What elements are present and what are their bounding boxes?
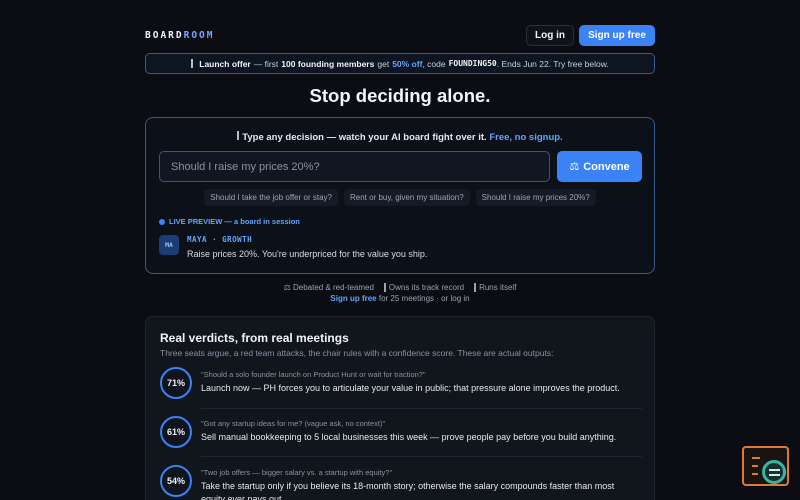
launch-offer-banner: Launch offer — first 100 founding member…	[145, 53, 655, 74]
verdict-answer: Take the startup only if you believe its…	[201, 481, 615, 500]
banner-text: get	[377, 58, 390, 69]
widget-line	[752, 457, 760, 459]
demo-prompt-text: Type any decision — watch your AI board …	[242, 132, 487, 143]
verdict-answer: Launch now — PH forces you to articulate…	[201, 383, 620, 393]
speaker-name: MAYA · GROWTH	[187, 235, 253, 244]
trust-item: Owns its track record	[383, 283, 465, 292]
banner-text: — first	[253, 58, 279, 69]
banner-lead: Launch offer	[199, 58, 251, 69]
brand-logo[interactable]: BOARDROOM	[145, 30, 215, 41]
signup-button[interactable]: Sign up free	[579, 25, 655, 46]
demo-prompt: Type any decision — watch your AI board …	[146, 131, 654, 143]
prompt-bar-icon	[237, 131, 240, 140]
signup-cta-line: Sign up free for 25 meetings · or log in	[145, 294, 655, 303]
login-button[interactable]: Log in	[526, 25, 574, 46]
trust-bar-icon	[383, 283, 386, 292]
banner-discount: 50% off	[392, 58, 423, 69]
confidence-score: 54%	[160, 465, 192, 497]
avatar: MA	[159, 235, 179, 255]
verdicts-section: Real verdicts, from real meetings Three …	[145, 316, 655, 500]
trust-item-text: ⚖ Debated & red-teamed	[283, 283, 374, 292]
section-title: Real verdicts, from real meetings	[160, 331, 349, 345]
verdict-answer: Sell manual bookkeeping to 5 local busin…	[201, 432, 617, 442]
decision-input[interactable]: Should I raise my prices 20%?	[159, 151, 550, 182]
suggestion-chips: Should I take the job offer or stay? Ren…	[146, 189, 654, 206]
live-preview-label: LIVE PREVIEW — a board in session	[159, 217, 300, 226]
live-dot-icon	[159, 218, 165, 225]
hero-title: Stop deciding alone.	[309, 85, 491, 106]
confidence-score: 71%	[160, 367, 192, 399]
demo-prompt-free: Free, no signup.	[489, 132, 563, 143]
speaker-message: Raise prices 20%. You're underpriced for…	[187, 249, 428, 259]
verdict-question: "Got any startup ideas for me? (vague as…	[201, 419, 386, 428]
promo-code: FOUNDING50	[448, 59, 497, 68]
divider	[201, 456, 642, 457]
widget-line	[752, 473, 758, 475]
trust-item: ⚖ Debated & red-teamed	[284, 283, 374, 292]
live-preview-text: LIVE PREVIEW — a board in session	[169, 217, 300, 226]
convene-label: Convene	[583, 160, 630, 173]
verdict-question: "Two job offers — bigger salary vs. a st…	[201, 468, 393, 477]
decision-demo-card: Type any decision — watch your AI board …	[145, 117, 655, 274]
suggestion-chip[interactable]: Should I take the job offer or stay?	[204, 189, 338, 206]
verdict-question: "Should a solo founder launch on Product…	[201, 370, 426, 379]
trust-row: ⚖ Debated & red-teamed Owns its track re…	[145, 283, 655, 292]
magnifier-icon	[762, 460, 786, 484]
trust-bar-icon	[474, 283, 477, 292]
banner-count: 100 founding members	[281, 58, 375, 69]
trust-item: Runs itself	[474, 283, 516, 292]
scale-icon: ⚖	[569, 161, 580, 173]
confidence-score: 61%	[160, 416, 192, 448]
suggestion-chip[interactable]: Rent or buy, given my situation?	[343, 189, 470, 206]
banner-text: , code	[422, 58, 446, 69]
brand-name-accent: ROOM	[183, 30, 215, 41]
signup-link[interactable]: Sign up free	[330, 294, 376, 303]
widget-line	[752, 465, 758, 467]
trust-item-text: Owns its track record	[388, 283, 465, 292]
feedback-search-icon[interactable]	[742, 446, 789, 486]
brand-name-part: BOARD	[145, 30, 184, 41]
trust-item-text: Runs itself	[479, 283, 517, 292]
section-subtitle: Three seats argue, a red team attacks, t…	[160, 348, 554, 358]
banner-bar-icon	[191, 59, 194, 68]
convene-button[interactable]: ⚖ Convene	[557, 151, 642, 182]
suggestion-chip[interactable]: Should I raise my prices 20%?	[475, 189, 596, 206]
divider	[201, 408, 642, 409]
banner-text: . Ends Jun 22. Try free below.	[496, 58, 609, 69]
cta-rest: for 25 meetings · or log in	[378, 294, 470, 303]
